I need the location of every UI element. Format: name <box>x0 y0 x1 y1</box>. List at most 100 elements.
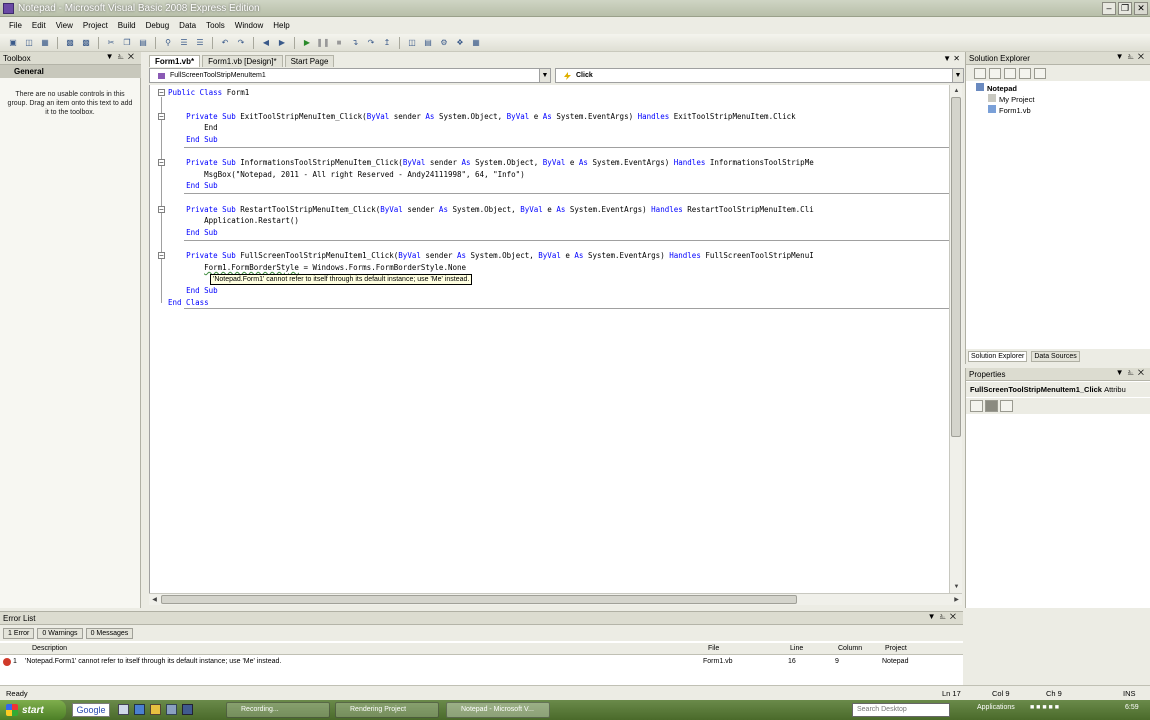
error-row[interactable]: 1 'Notepad.Form1' cannot refer to itself… <box>0 656 963 668</box>
column-column[interactable]: Column <box>838 645 862 652</box>
autohide-icon[interactable]: ⎁ <box>117 52 127 61</box>
properties-icon[interactable] <box>974 67 986 79</box>
navigate-forward-icon[interactable]: ▶ <box>275 37 289 49</box>
collapse-toggle[interactable]: – <box>158 113 165 120</box>
menu-view[interactable]: View <box>51 21 78 30</box>
alphabetical-icon[interactable] <box>985 400 998 412</box>
editor-horizontal-scrollbar[interactable]: ◀ ▶ <box>149 593 962 605</box>
minimize-button[interactable]: – <box>1102 2 1116 15</box>
column-file[interactable]: File <box>708 645 719 652</box>
view-designer-icon[interactable] <box>1034 67 1046 79</box>
save-all-icon[interactable]: ▩ <box>79 37 93 49</box>
class-dropdown[interactable]: FullScreenToolStripMenuItem1 ▼ <box>149 68 551 83</box>
autohide-icon[interactable]: ⎁ <box>1127 52 1137 61</box>
error-squiggle[interactable]: Form1.FormBorderStyle <box>204 263 299 272</box>
close-document-icon[interactable]: ▼ ✕ <box>943 54 960 63</box>
step-over-icon[interactable]: ↷ <box>364 37 378 49</box>
collapse-toggle[interactable]: – <box>158 89 165 96</box>
restore-button[interactable]: ❐ <box>1118 2 1132 15</box>
autohide-icon[interactable]: ⎁ <box>939 612 949 621</box>
categorized-icon[interactable] <box>970 400 983 412</box>
pin-icon[interactable]: ▼ <box>106 52 118 61</box>
editor-vertical-scrollbar[interactable]: ▲ ▼ <box>949 85 962 593</box>
scroll-right-icon[interactable]: ▶ <box>951 595 962 605</box>
find-icon[interactable]: ⚲ <box>161 37 175 49</box>
menu-build[interactable]: Build <box>113 21 141 30</box>
toolbox-group-general[interactable]: General <box>0 65 141 78</box>
refresh-icon[interactable] <box>1004 67 1016 79</box>
comment-icon[interactable]: ☰ <box>177 37 191 49</box>
uncomment-icon[interactable]: ☰ <box>193 37 207 49</box>
menu-window[interactable]: Window <box>230 21 268 30</box>
collapse-toggle[interactable]: – <box>158 159 165 166</box>
taskbar-item-notepad[interactable]: Notepad - Microsoft V... <box>446 702 550 718</box>
search-icon[interactable]: ⚲ <box>936 704 941 712</box>
show-all-files-icon[interactable] <box>989 67 1001 79</box>
pin-icon[interactable]: ▼ <box>928 612 940 621</box>
code-editor[interactable]: – – – – – Public Class Form1 Private Sub… <box>149 85 949 593</box>
menu-tools[interactable]: Tools <box>201 21 230 30</box>
break-all-icon[interactable]: ❚❚ <box>316 37 330 49</box>
tab-solution-explorer[interactable]: Solution Explorer <box>968 351 1028 362</box>
google-search-box[interactable]: Google <box>72 703 110 717</box>
step-out-icon[interactable]: ↥ <box>380 37 394 49</box>
close-icon[interactable]: ✕ <box>1138 368 1148 377</box>
applications-menu[interactable]: Applications <box>977 704 1015 711</box>
menu-help[interactable]: Help <box>268 21 294 30</box>
tab-start-page[interactable]: Start Page <box>284 55 335 67</box>
solution-explorer-icon[interactable]: ◫ <box>405 37 419 49</box>
redo-icon[interactable]: ↷ <box>234 37 248 49</box>
scroll-thumb[interactable] <box>161 595 797 604</box>
collapse-toggle[interactable]: – <box>158 206 165 213</box>
column-project[interactable]: Project <box>885 645 907 652</box>
menu-project[interactable]: Project <box>78 21 113 30</box>
chevron-down-icon[interactable]: ▼ <box>539 69 550 82</box>
menu-data[interactable]: Data <box>174 21 201 30</box>
properties-object-selector[interactable]: FullScreenToolStripMenuItem1_Click Attri… <box>966 382 1150 397</box>
tab-form1-design[interactable]: Form1.vb [Design]* <box>202 55 283 67</box>
collapse-toggle[interactable]: – <box>158 252 165 259</box>
navigate-backward-icon[interactable]: ◀ <box>259 37 273 49</box>
autohide-icon[interactable]: ⎁ <box>1127 368 1137 377</box>
copy-icon[interactable]: ❐ <box>120 37 134 49</box>
tree-item-form1[interactable]: Form1.vb <box>988 105 1031 115</box>
cut-icon[interactable]: ✂ <box>104 37 118 49</box>
errors-filter-button[interactable]: 1 Error <box>3 627 35 639</box>
method-dropdown[interactable]: Click ▼ <box>555 68 964 83</box>
object-browser-icon[interactable]: ⚙ <box>437 37 451 49</box>
view-code-icon[interactable] <box>1019 67 1031 79</box>
close-icon[interactable]: ✕ <box>128 52 138 61</box>
save-icon[interactable]: ▩ <box>63 37 77 49</box>
column-description[interactable]: Description <box>32 645 67 652</box>
toolbox-icon[interactable]: ❖ <box>453 37 467 49</box>
quicklaunch-icon[interactable] <box>166 704 177 715</box>
scroll-up-icon[interactable]: ▲ <box>951 86 962 96</box>
step-into-icon[interactable]: ↴ <box>348 37 362 49</box>
quicklaunch-icon[interactable] <box>118 704 129 715</box>
scroll-down-icon[interactable]: ▼ <box>951 582 962 592</box>
pin-icon[interactable]: ▼ <box>1116 368 1128 377</box>
tree-project-notepad[interactable]: Notepad <box>976 83 1017 93</box>
show-desktop-icon[interactable] <box>182 704 193 715</box>
close-button[interactable]: ✕ <box>1134 2 1148 15</box>
menu-debug[interactable]: Debug <box>141 21 175 30</box>
taskbar-item-rendering[interactable]: Rendering Project <box>335 702 439 718</box>
tab-form1-code[interactable]: Form1.vb* <box>149 55 201 67</box>
pin-icon[interactable]: ▼ <box>1116 52 1128 61</box>
error-list-icon[interactable]: ▦ <box>469 37 483 49</box>
quicklaunch-icon[interactable] <box>134 704 145 715</box>
property-pages-icon[interactable] <box>1000 400 1013 412</box>
scroll-thumb[interactable] <box>951 97 961 437</box>
start-button[interactable]: start <box>0 700 66 720</box>
close-icon[interactable]: ✕ <box>1138 52 1148 61</box>
taskbar-item-recording[interactable]: Recording... <box>226 702 330 718</box>
open-file-icon[interactable]: ◫ <box>22 37 36 49</box>
messages-filter-button[interactable]: 0 Messages <box>85 627 134 639</box>
tree-item-my-project[interactable]: My Project <box>988 94 1034 104</box>
column-line[interactable]: Line <box>790 645 803 652</box>
quicklaunch-icon[interactable] <box>150 704 161 715</box>
properties-window-icon[interactable]: ▤ <box>421 37 435 49</box>
new-project-icon[interactable]: ▣ <box>6 37 20 49</box>
start-debugging-icon[interactable]: ▶ <box>300 37 314 49</box>
add-item-icon[interactable]: ▦ <box>38 37 52 49</box>
